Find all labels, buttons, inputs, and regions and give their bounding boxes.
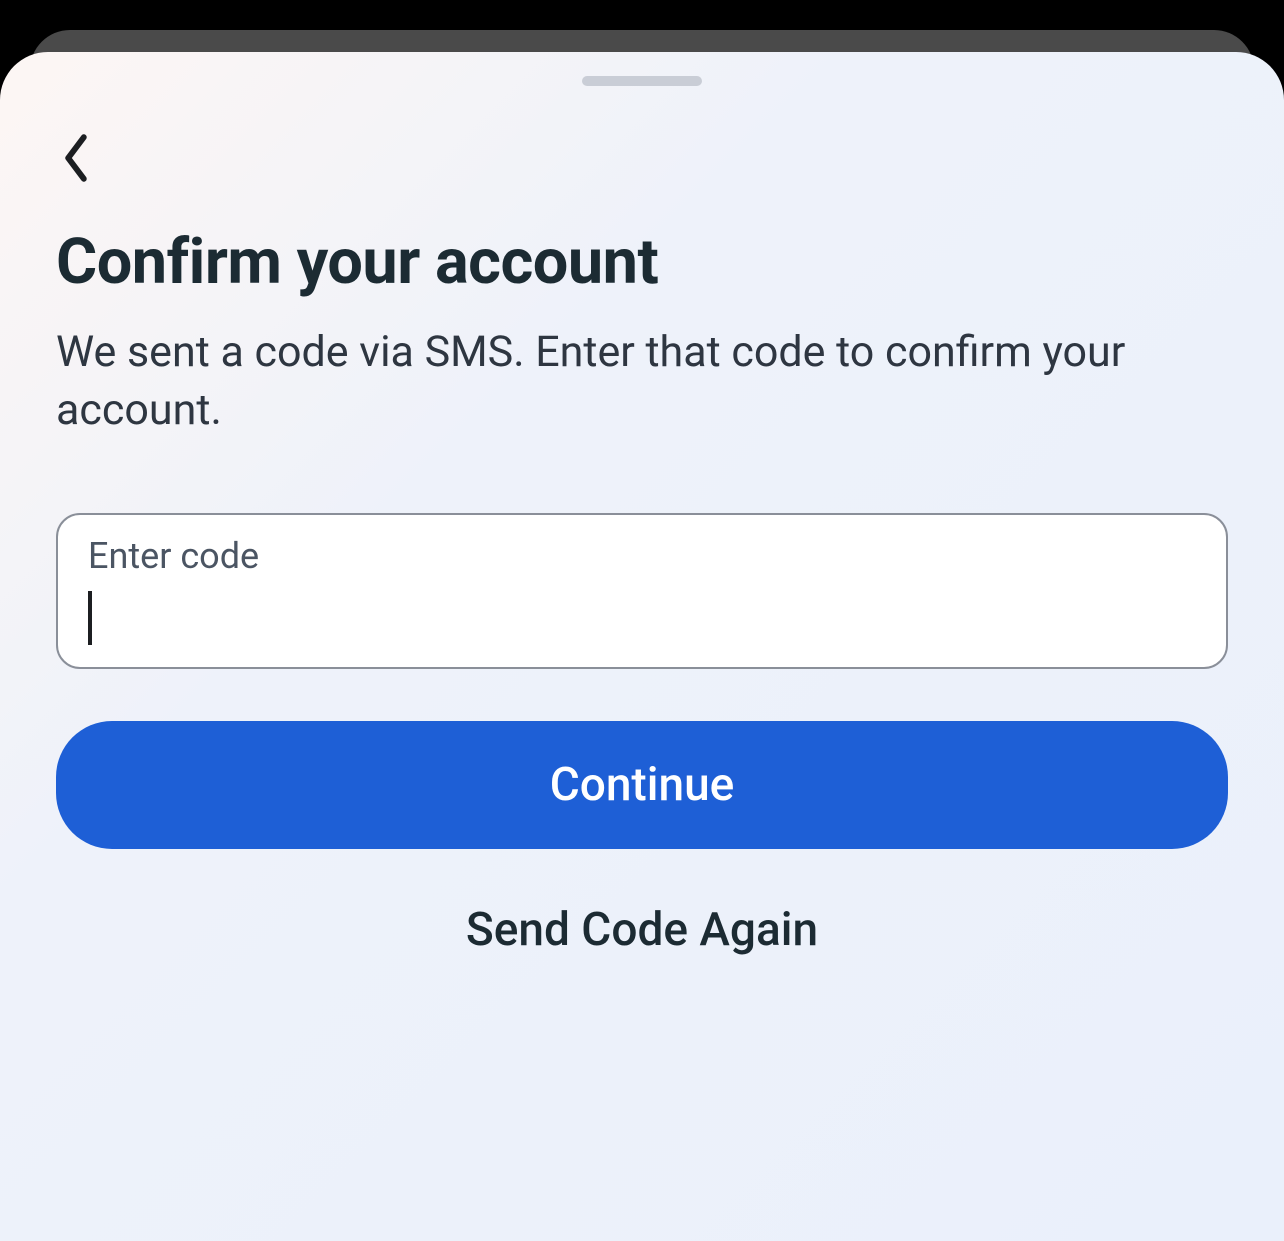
code-input-label: Enter code xyxy=(88,535,1196,577)
text-cursor-icon xyxy=(88,591,92,645)
page-title: Confirm your account xyxy=(56,226,1228,299)
continue-button[interactable]: Continue xyxy=(56,721,1228,849)
back-button[interactable] xyxy=(44,126,108,190)
confirmation-sheet: Confirm your account We sent a code via … xyxy=(0,52,1284,1241)
sheet-drag-handle[interactable] xyxy=(582,76,702,86)
code-input-container[interactable]: Enter code xyxy=(56,513,1228,669)
page-subtitle: We sent a code via SMS. Enter that code … xyxy=(56,323,1228,439)
code-input[interactable] xyxy=(88,581,1196,633)
send-code-again-button[interactable]: Send Code Again xyxy=(56,903,1228,957)
chevron-left-icon xyxy=(60,132,92,184)
